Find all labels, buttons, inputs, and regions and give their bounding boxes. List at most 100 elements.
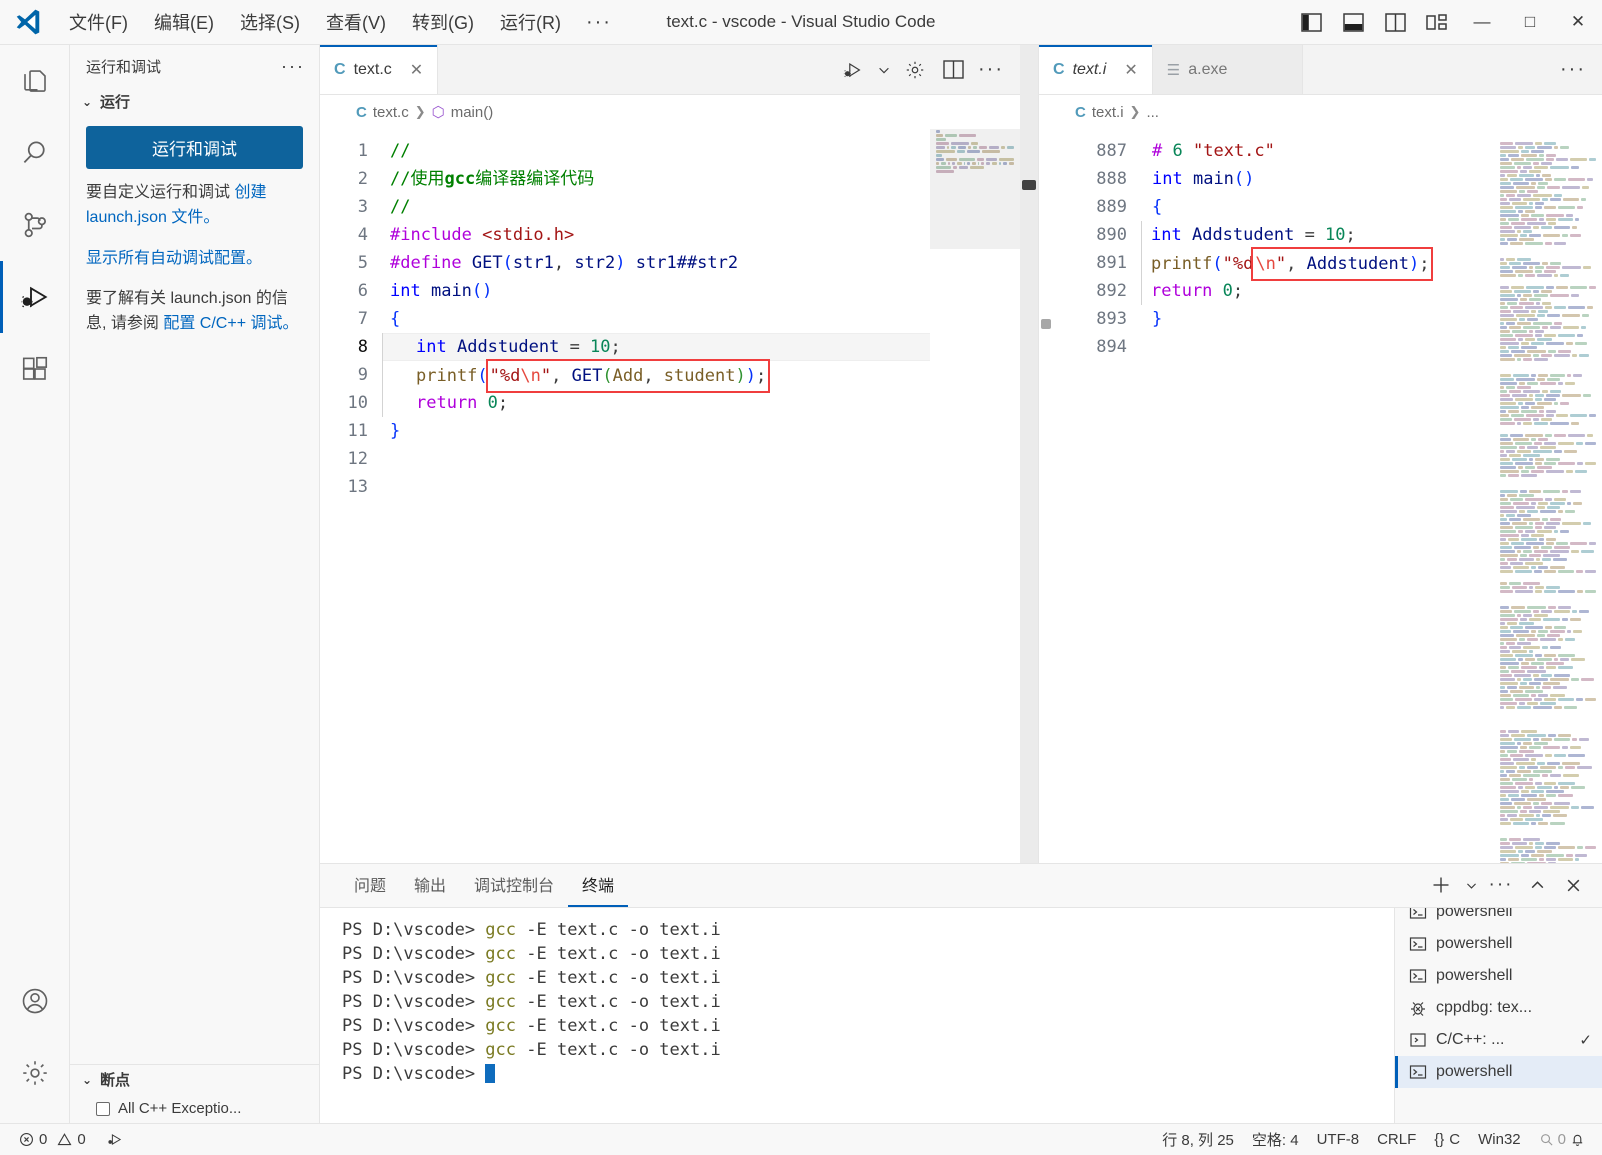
breadcrumb-file[interactable]: text.c	[373, 104, 409, 121]
breadcrumb-file[interactable]: text.i	[1092, 104, 1124, 121]
activitybar-item-search[interactable]	[0, 117, 70, 189]
code-line[interactable]: #define GET(str1, str2) str1##str2	[382, 249, 930, 277]
menu-file[interactable]: 文件(F)	[56, 5, 141, 39]
code-line[interactable]: }	[1141, 305, 1494, 333]
status-problems[interactable]: 0 0	[10, 1124, 95, 1155]
split-editor-icon[interactable]	[936, 53, 970, 87]
menu-edit[interactable]: 编辑(E)	[141, 5, 227, 39]
tab-output[interactable]: 输出	[400, 866, 460, 907]
scrollbar-thumb[interactable]	[1041, 319, 1051, 329]
code-text-left[interactable]: ////使用gcc编译器编译代码//#include <stdio.h>#def…	[382, 129, 930, 863]
activitybar-item-extensions[interactable]	[0, 333, 70, 405]
code-line[interactable]: //	[382, 193, 930, 221]
gear-icon[interactable]	[898, 53, 932, 87]
code-line[interactable]: int Addstudent = 10;	[1141, 221, 1494, 249]
code-line[interactable]	[1141, 333, 1494, 361]
minimap-right[interactable]	[1494, 129, 1602, 863]
new-terminal-icon[interactable]	[1424, 869, 1458, 901]
breakpoints-header[interactable]: ⌄ 断点	[70, 1065, 319, 1094]
panel-more-actions-icon[interactable]: ···	[1484, 869, 1518, 901]
minimap-slider[interactable]	[930, 129, 1020, 249]
code-line[interactable]: int Addstudent = 10;	[382, 333, 930, 361]
code-line[interactable]: # 6 "text.c"	[1141, 137, 1494, 165]
code-line[interactable]: {	[382, 305, 930, 333]
configure-cpp-debug-suffix[interactable]: 试。	[266, 315, 298, 332]
editor-content-left[interactable]: 12345678910111213 ////使用gcc编译器编译代码//#inc…	[320, 129, 1020, 863]
toggle-secondary-sidebar-icon[interactable]	[1374, 0, 1416, 45]
maximize-panel-icon[interactable]	[1520, 869, 1554, 901]
editor-more-actions-icon[interactable]: ···	[974, 53, 1008, 87]
breakpoint-list-item[interactable]: All C++ Exceptio...	[70, 1094, 319, 1123]
splitter-handle[interactable]	[1022, 180, 1036, 190]
window-maximize-button[interactable]: □	[1506, 0, 1554, 45]
activitybar-item-run-and-debug[interactable]	[0, 261, 70, 333]
run-c-cpp-file-icon[interactable]	[836, 53, 870, 87]
toggle-primary-sidebar-icon[interactable]	[1290, 0, 1332, 45]
sidebar-section-run[interactable]: ⌄ 运行	[70, 87, 319, 116]
activitybar-item-settings[interactable]	[0, 1037, 70, 1109]
show-all-automatic-configs-link[interactable]: 显示所有自动调试配	[86, 250, 230, 267]
run-dropdown-chevron-down-icon[interactable]	[874, 53, 894, 87]
code-line[interactable]: }	[382, 417, 930, 445]
configure-cpp-debug-link[interactable]: 配置 C/C++ 调	[163, 315, 266, 332]
breadcrumb-more[interactable]: ...	[1146, 104, 1159, 121]
terminal-tab-item[interactable]: cppdbg: tex...	[1395, 992, 1602, 1024]
tab-text-i[interactable]: C text.i ✕	[1039, 45, 1153, 94]
code-line[interactable]: int main()	[1141, 165, 1494, 193]
breadcrumb-symbol[interactable]: main()	[451, 104, 494, 121]
tab-close-icon[interactable]: ✕	[410, 60, 423, 80]
code-line[interactable]	[382, 445, 930, 473]
breakpoint-checkbox[interactable]	[96, 1102, 110, 1116]
tab-close-icon[interactable]: ✕	[1124, 60, 1137, 80]
code-line[interactable]: {	[1141, 193, 1494, 221]
status-notifications[interactable]: 0	[1530, 1124, 1594, 1155]
code-line[interactable]: printf("%d\n", GET(Add, student));	[382, 361, 930, 389]
code-line[interactable]: return 0;	[382, 389, 930, 417]
tab-a-exe[interactable]: ☰ a.exe	[1153, 45, 1303, 94]
terminal-output[interactable]: PS D:\vscode> gcc -E text.c -o text.iPS …	[320, 908, 1394, 1123]
terminal-tab-item[interactable]: powershell	[1395, 960, 1602, 992]
editor-group-splitter[interactable]	[1020, 45, 1038, 863]
tab-debug-console[interactable]: 调试控制台	[460, 866, 568, 907]
menu-go[interactable]: 转到(G)	[399, 5, 487, 39]
window-close-button[interactable]: ✕	[1554, 0, 1602, 45]
new-terminal-chevron-down-icon[interactable]	[1460, 869, 1482, 901]
editor-content-right[interactable]: 887888889890891892893894 # 6 "text.c"int…	[1039, 129, 1602, 863]
code-line[interactable]: printf("%d\n", Addstudent);	[1141, 249, 1494, 277]
terminal-tab-item[interactable]: C/C++: ...✓	[1395, 1024, 1602, 1056]
code-line[interactable]: //	[382, 137, 930, 165]
status-run-debug-icon[interactable]	[97, 1124, 132, 1155]
tab-problems[interactable]: 问题	[340, 866, 400, 907]
scrollbar-right-editor[interactable]	[1039, 129, 1053, 863]
customize-layout-icon[interactable]	[1416, 0, 1458, 45]
terminal-tab-item[interactable]: powershell	[1395, 908, 1602, 928]
code-line[interactable]: //使用gcc编译器编译代码	[382, 165, 930, 193]
window-minimize-button[interactable]: —	[1458, 0, 1506, 45]
status-platform[interactable]: Win32	[1469, 1124, 1530, 1155]
status-indentation[interactable]: 空格: 4	[1243, 1124, 1308, 1155]
status-encoding[interactable]: UTF-8	[1308, 1124, 1369, 1155]
activitybar-item-explorer[interactable]	[0, 45, 70, 117]
status-eol[interactable]: CRLF	[1368, 1124, 1425, 1155]
close-panel-icon[interactable]	[1556, 869, 1590, 901]
create-launch-json-suffix[interactable]: 件。	[187, 209, 219, 226]
menu-selection[interactable]: 选择(S)	[227, 5, 313, 39]
code-text-right[interactable]: # 6 "text.c"int main(){int Addstudent = …	[1141, 129, 1494, 863]
status-cursor-position[interactable]: 行 8, 列 25	[1153, 1124, 1243, 1155]
run-and-debug-button[interactable]: 运行和调试	[86, 126, 303, 169]
menu-run[interactable]: 运行(R)	[487, 5, 574, 39]
sidebar-more-icon[interactable]: ···	[275, 56, 311, 77]
terminal-tab-item[interactable]: powershell	[1395, 928, 1602, 960]
activitybar-item-accounts[interactable]	[0, 965, 70, 1037]
show-all-automatic-configs-suffix[interactable]: 置。	[230, 250, 262, 267]
menu-overflow-icon[interactable]: ···	[574, 11, 624, 34]
code-line[interactable]	[382, 473, 930, 501]
editor-more-actions-icon[interactable]: ···	[1556, 53, 1590, 87]
toggle-panel-icon[interactable]	[1332, 0, 1374, 45]
tab-text-c[interactable]: C text.c ✕	[320, 45, 438, 94]
code-line[interactable]: return 0;	[1141, 277, 1494, 305]
tab-terminal[interactable]: 终端	[568, 866, 628, 907]
menu-view[interactable]: 查看(V)	[313, 5, 399, 39]
terminal-tab-item[interactable]: powershell	[1395, 1056, 1602, 1088]
status-language-mode[interactable]: {} C	[1425, 1124, 1469, 1155]
